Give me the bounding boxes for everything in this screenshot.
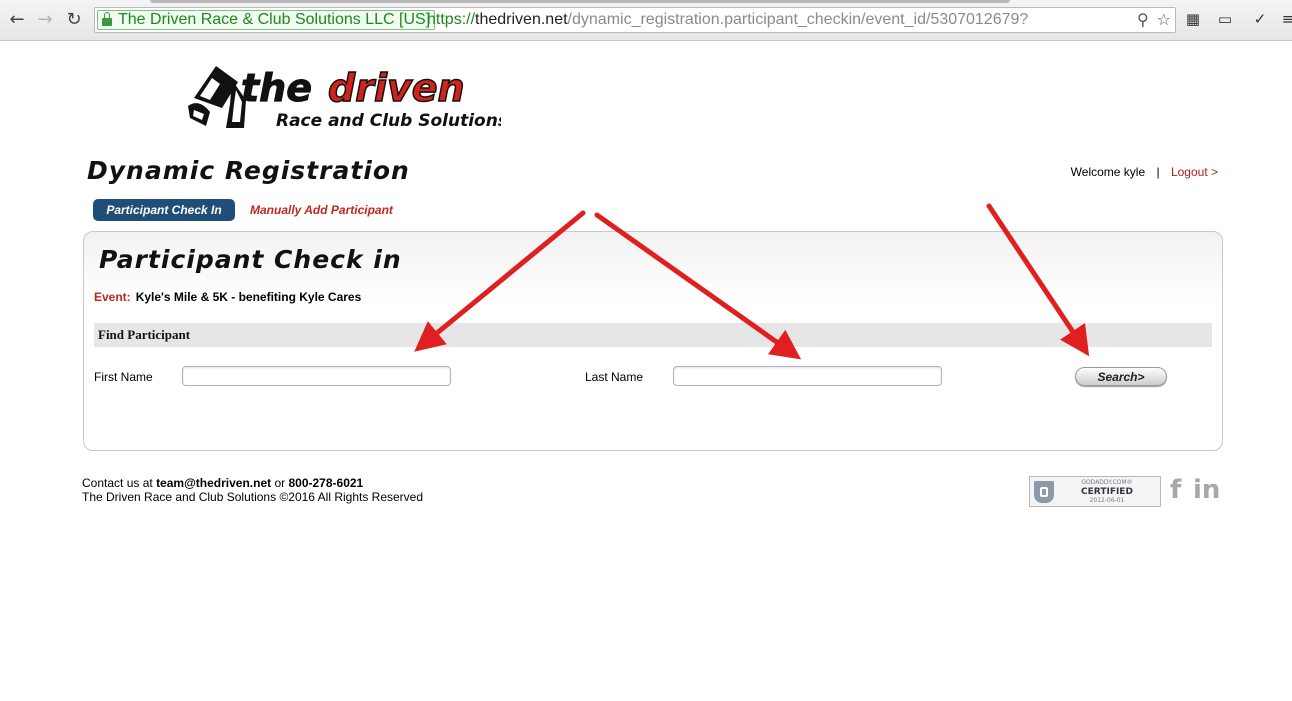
event-name: Kyle's Mile & 5K - benefiting Kyle Cares	[135, 290, 362, 304]
logout-link[interactable]: Logout >	[1171, 165, 1218, 179]
welcome-prefix: Welcome	[1070, 165, 1121, 179]
last-name-input[interactable]	[673, 366, 942, 386]
godaddy-certified-badge[interactable]: GODADDY.COM® CERTIFIED 2012-06-01	[1029, 476, 1161, 507]
badge-text: GODADDY.COM® CERTIFIED 2012-06-01	[1054, 479, 1160, 505]
contact-phone: 800-278-6021	[288, 476, 364, 490]
contact-prefix: Contact us at	[82, 476, 153, 490]
omnibox-actions: ⚲ ☆	[1137, 10, 1171, 29]
find-participant-header: Find Participant	[94, 323, 1212, 347]
separator: |	[1156, 165, 1160, 179]
thedriven-logo[interactable]: the driven Race and Club Solutions	[186, 60, 501, 130]
search-button[interactable]: Search>	[1075, 367, 1167, 386]
contact-or: or	[274, 476, 286, 490]
back-arrow-icon[interactable]: ←	[6, 8, 28, 30]
url-text[interactable]: https://thedriven.net/dynamic_registrati…	[427, 10, 1028, 30]
menu-icon[interactable]: ≡	[1278, 9, 1292, 29]
event-info: Event: Kyle's Mile & 5K - benefiting Kyle…	[94, 290, 361, 304]
facebook-icon[interactable]: f	[1170, 476, 1181, 504]
tab-participant-check-in[interactable]: Participant Check In	[93, 199, 235, 221]
url-host: thedriven.net	[475, 11, 568, 28]
badge-line1: GODADDY.COM®	[1081, 478, 1133, 486]
lock-icon	[102, 12, 112, 26]
find-participant-heading: Find Participant	[98, 327, 191, 342]
copyright-text: The Driven Race and Club Solutions ©2016…	[82, 490, 424, 504]
eyedropper-icon[interactable]: ✓	[1250, 9, 1270, 29]
url-scheme: https://	[427, 11, 476, 28]
forward-arrow-icon[interactable]: →	[34, 8, 56, 30]
tab-manually-add-participant[interactable]: Manually Add Participant	[250, 203, 393, 217]
cast-icon[interactable]: ▭	[1215, 9, 1235, 29]
event-label: Event:	[94, 290, 131, 304]
page-title: Dynamic Registration	[87, 156, 410, 185]
badge-line2: CERTIFIED	[1081, 486, 1133, 497]
tab-strip-edge	[150, 0, 1010, 3]
browser-toolbar: ← → ↻ The Driven Race & Club Solutions L…	[0, 0, 1292, 41]
logo-tagline: Race and Club Solutions	[276, 111, 501, 130]
film-icon[interactable]: ▦	[1183, 9, 1203, 29]
key-icon[interactable]: ⚲	[1137, 10, 1149, 29]
contact-email[interactable]: team@thedriven.net	[156, 476, 271, 490]
username: kyle	[1123, 165, 1146, 179]
ev-certificate-name: The Driven Race & Club Solutions LLC [US…	[118, 11, 431, 28]
first-name-label: First Name	[94, 370, 153, 384]
user-greeting: Welcome kyle | Logout >	[1071, 165, 1218, 179]
linkedin-icon[interactable]: in	[1193, 476, 1220, 504]
contact-line: Contact us at team@thedriven.net or 800-…	[82, 476, 423, 490]
footer-contact: Contact us at team@thedriven.net or 800-…	[82, 476, 423, 504]
reload-icon[interactable]: ↻	[63, 8, 85, 30]
panel-title: Participant Check in	[99, 245, 402, 274]
flag-mark-icon	[188, 66, 246, 128]
logo-word-driven: driven	[328, 66, 465, 110]
shield-icon	[1034, 480, 1054, 503]
checkin-panel: Participant Check in Event: Kyle's Mile &…	[83, 231, 1223, 451]
star-icon[interactable]: ☆	[1157, 10, 1171, 29]
first-name-input[interactable]	[182, 366, 451, 386]
last-name-label: Last Name	[585, 370, 644, 384]
badge-line3: 2012-06-01	[1089, 496, 1125, 504]
ev-certificate-badge[interactable]: The Driven Race & Club Solutions LLC [US…	[97, 10, 436, 30]
url-path: /dynamic_registration.participant_checki…	[567, 11, 1029, 28]
logo-word-the: the	[241, 66, 312, 110]
address-bar[interactable]: The Driven Race & Club Solutions LLC [US…	[94, 7, 1176, 33]
